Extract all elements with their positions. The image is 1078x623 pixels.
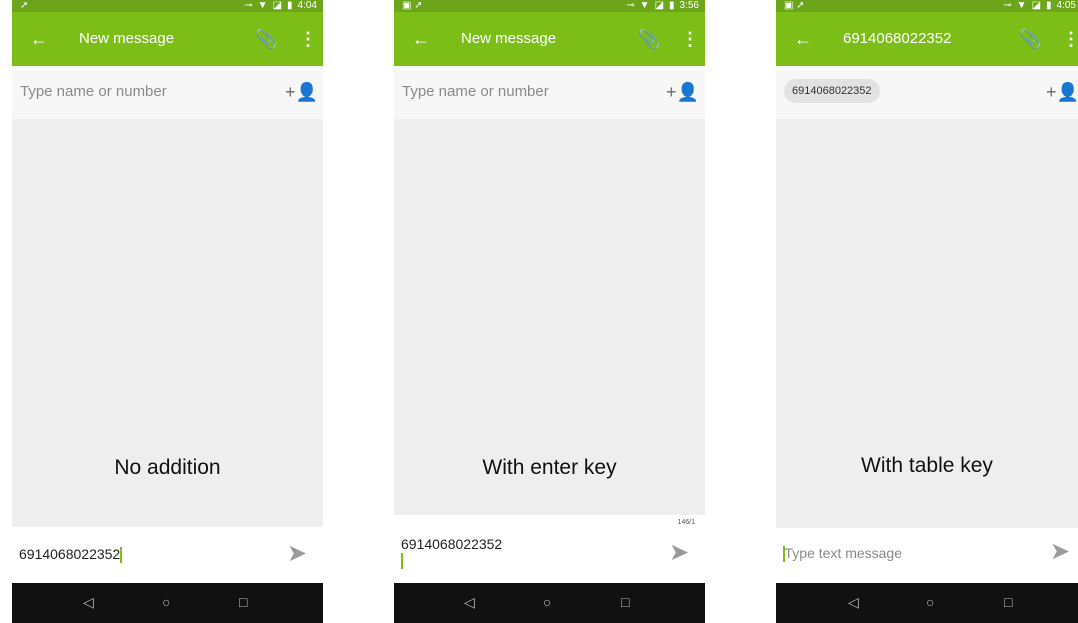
key-icon: ⊸ xyxy=(626,0,635,11)
compose-bar: 146/1 6914068022352 ➤ xyxy=(394,515,705,583)
phone-screen-enter-key: ▣ ➚ ⊸ ▼ ◪ ▮ 3:56 ← New message 📎 ⋮ Type … xyxy=(394,0,705,623)
phone-screen-no-addition: ➚ ⊸ ▼ ◪ ▮ 4:04 ← New message 📎 ⋮ Type na… xyxy=(12,0,323,623)
back-arrow-icon[interactable]: ← xyxy=(30,29,48,49)
nav-recent-icon[interactable]: □ xyxy=(621,593,629,611)
wifi-icon: ▼ xyxy=(639,0,650,11)
nav-bar: ◁ ○ □ xyxy=(394,583,705,623)
airplane-icon: ➚ xyxy=(796,0,805,11)
key-icon: ⊸ xyxy=(1003,0,1012,11)
compose-bar: Type text message ➤ xyxy=(776,528,1078,583)
caption: With table key xyxy=(861,454,993,477)
status-time: 4:04 xyxy=(297,0,317,11)
airplane-icon: ➚ xyxy=(414,0,423,11)
recipient-bar: Type name or number +👤 xyxy=(394,66,705,119)
message-input[interactable]: 6914068022352 xyxy=(401,536,502,570)
app-bar: ← 6914068022352 📎 ⋮ xyxy=(776,12,1078,66)
page-title: 6914068022352 xyxy=(843,30,952,47)
nav-recent-icon[interactable]: □ xyxy=(1004,593,1012,611)
battery-icon: ▮ xyxy=(1046,0,1052,11)
app-bar: ← New message 📎 ⋮ xyxy=(12,12,323,66)
phone-screen-table-key: ▣ ➚ ⊸ ▼ ◪ ▮ 4:05 ← 6914068022352 📎 ⋮ 691… xyxy=(776,0,1078,623)
recipient-input[interactable]: Type name or number xyxy=(20,83,167,100)
nav-recent-icon[interactable]: □ xyxy=(239,593,247,611)
page-title: New message xyxy=(79,30,175,47)
conversation-area: No addition xyxy=(12,119,323,527)
nav-back-icon[interactable]: ◁ xyxy=(848,593,859,611)
message-input[interactable]: Type text message xyxy=(783,545,902,563)
attach-clip-icon[interactable]: 📎 xyxy=(255,29,277,49)
status-bar: ▣ ➚ ⊸ ▼ ◪ ▮ 4:05 xyxy=(776,0,1078,12)
more-options-icon[interactable]: ⋮ xyxy=(299,29,317,49)
recipient-bar: 6914068022352 +👤 xyxy=(776,66,1078,119)
battery-icon: ▮ xyxy=(669,0,675,11)
text-cursor xyxy=(401,553,403,570)
compose-bar: 6914068022352 ➤ xyxy=(12,527,323,583)
nav-back-icon[interactable]: ◁ xyxy=(83,593,94,611)
message-input[interactable]: 6914068022352 xyxy=(19,546,122,564)
nav-bar: ◁ ○ □ xyxy=(776,583,1078,623)
gallery-icon: ▣ xyxy=(402,0,412,11)
sim-icon: ◪ xyxy=(654,0,665,11)
caption: No addition xyxy=(114,456,221,479)
conversation-area: With table key xyxy=(776,119,1078,528)
nav-home-icon[interactable]: ○ xyxy=(543,593,551,611)
recipient-bar: Type name or number +👤 xyxy=(12,66,323,119)
attach-clip-icon[interactable]: 📎 xyxy=(1019,29,1041,49)
nav-back-icon[interactable]: ◁ xyxy=(464,593,475,611)
character-counter: 146/1 xyxy=(677,519,695,526)
sim-icon: ◪ xyxy=(272,0,283,11)
more-options-icon[interactable]: ⋮ xyxy=(1062,29,1078,49)
nav-home-icon[interactable]: ○ xyxy=(926,593,934,611)
app-bar: ← New message 📎 ⋮ xyxy=(394,12,705,66)
key-icon: ⊸ xyxy=(244,0,253,11)
gallery-icon: ▣ xyxy=(784,0,794,11)
status-time: 3:56 xyxy=(679,0,699,11)
sim-icon: ◪ xyxy=(1031,0,1042,11)
battery-icon: ▮ xyxy=(287,0,293,11)
attach-clip-icon[interactable]: 📎 xyxy=(638,29,660,49)
caption: With enter key xyxy=(482,456,617,479)
send-icon[interactable]: ➤ xyxy=(287,542,307,566)
wifi-icon: ▼ xyxy=(1016,0,1027,11)
add-contact-icon[interactable]: +👤 xyxy=(666,82,699,102)
status-left-icons: ▣ ➚ xyxy=(784,0,805,12)
recipient-chip[interactable]: 6914068022352 xyxy=(784,79,880,103)
send-icon[interactable]: ➤ xyxy=(1050,540,1070,564)
wifi-icon: ▼ xyxy=(257,0,268,11)
status-bar: ➚ ⊸ ▼ ◪ ▮ 4:04 xyxy=(12,0,323,12)
back-arrow-icon[interactable]: ← xyxy=(412,29,430,49)
status-left-icons: ▣ ➚ xyxy=(402,0,423,12)
add-contact-icon[interactable]: +👤 xyxy=(1046,82,1078,102)
more-options-icon[interactable]: ⋮ xyxy=(681,29,699,49)
page-title: New message xyxy=(461,30,557,47)
text-cursor xyxy=(120,547,122,564)
status-icons: ⊸ ▼ ◪ ▮ 4:05 xyxy=(1003,0,1076,12)
nav-bar: ◁ ○ □ xyxy=(12,583,323,623)
recipient-input[interactable]: Type name or number xyxy=(402,83,549,100)
conversation-area: With enter key xyxy=(394,119,705,515)
status-time: 4:05 xyxy=(1056,0,1076,11)
status-bar: ▣ ➚ ⊸ ▼ ◪ ▮ 3:56 xyxy=(394,0,705,12)
send-icon[interactable]: ➤ xyxy=(669,541,689,565)
airplane-icon: ➚ xyxy=(20,0,29,11)
status-icons: ⊸ ▼ ◪ ▮ 4:04 xyxy=(244,0,317,12)
status-icons: ⊸ ▼ ◪ ▮ 3:56 xyxy=(626,0,699,12)
nav-home-icon[interactable]: ○ xyxy=(162,593,170,611)
back-arrow-icon[interactable]: ← xyxy=(794,29,812,49)
add-contact-icon[interactable]: +👤 xyxy=(285,82,318,102)
